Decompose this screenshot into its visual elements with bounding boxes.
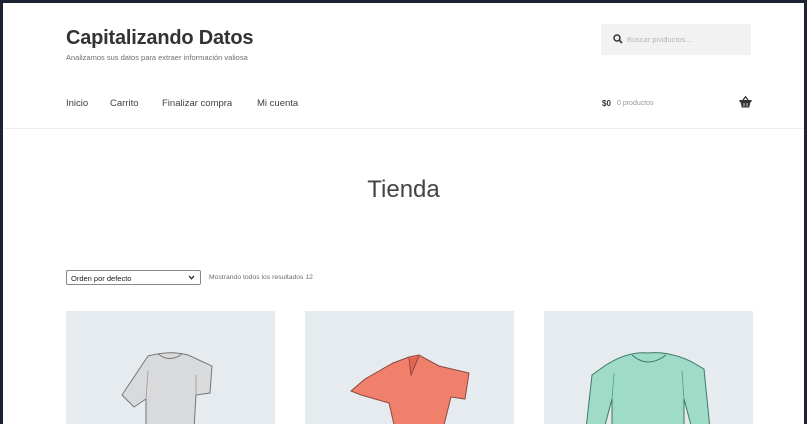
product-card[interactable] <box>305 311 514 424</box>
orderby-select[interactable]: Orden por defecto <box>66 270 201 285</box>
orderby-selected: Orden por defecto <box>71 274 132 283</box>
result-count: Mostrando todos los resultados 12 <box>209 274 313 281</box>
site-description: Analizamos sus datos para extraer inform… <box>66 53 248 62</box>
search-placeholder: Buscar productos… <box>627 35 693 44</box>
search-icon <box>613 34 623 44</box>
nav-item-finalizar-compra[interactable]: Finalizar compra <box>162 98 232 109</box>
cart-total[interactable]: $0 <box>602 99 611 108</box>
browser-page: Capitalizando Datos Analizamos sus datos… <box>3 3 804 424</box>
page-title: Tienda <box>367 176 440 203</box>
chevron-down-icon <box>188 275 195 280</box>
cart-count[interactable]: 0 productos <box>617 100 654 107</box>
nav-item-mi-cuenta[interactable]: Mi cuenta <box>257 98 298 109</box>
sweatshirt-icon <box>586 352 711 424</box>
nav-item-inicio[interactable]: Inicio <box>66 98 88 109</box>
product-card[interactable] <box>544 311 753 424</box>
nav-item-carrito[interactable]: Carrito <box>110 98 139 109</box>
site-title[interactable]: Capitalizando Datos <box>66 27 254 50</box>
site-header: Capitalizando Datos Analizamos sus datos… <box>3 3 804 129</box>
tshirt-icon <box>121 352 213 424</box>
vneck-tshirt-icon <box>350 354 470 424</box>
search-input[interactable]: Buscar productos… <box>601 24 751 55</box>
product-card[interactable] <box>66 311 275 424</box>
basket-icon[interactable] <box>739 96 752 108</box>
